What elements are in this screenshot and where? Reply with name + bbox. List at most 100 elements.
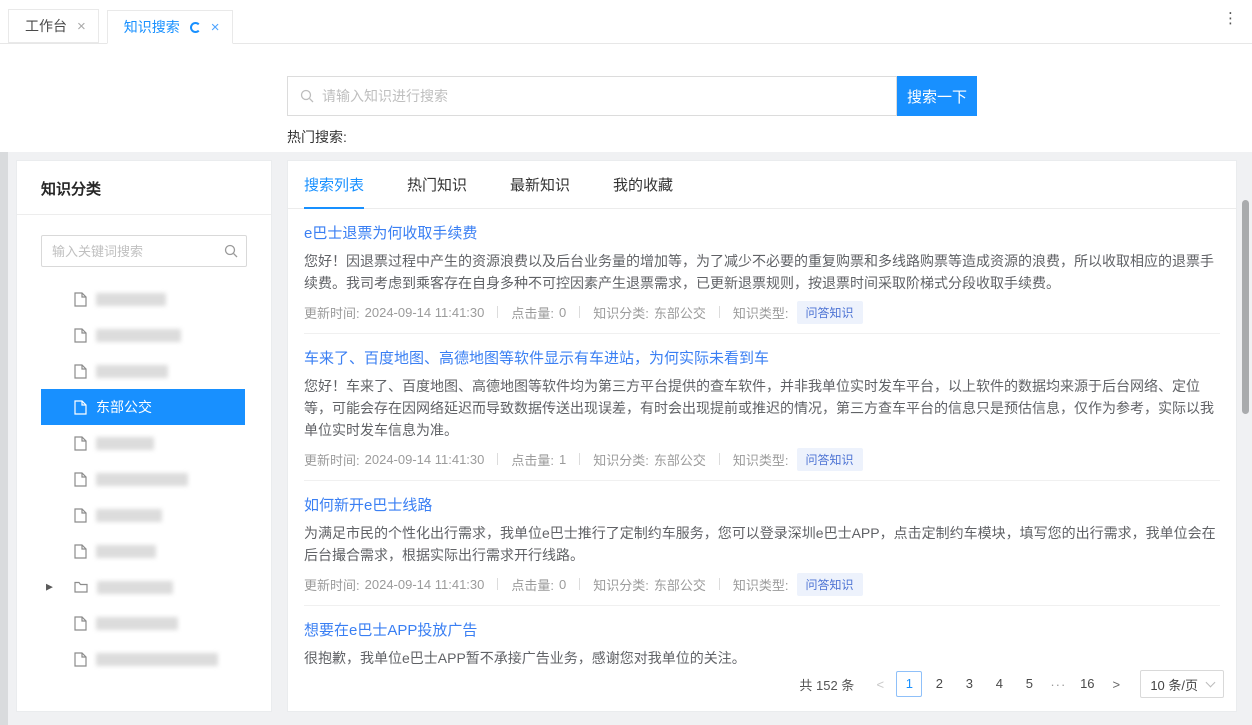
knowledge-search-input[interactable] bbox=[322, 88, 884, 104]
pagination-page-2[interactable]: 2 bbox=[926, 671, 952, 697]
tab-my-favorites[interactable]: 我的收藏 bbox=[613, 161, 673, 209]
meta-updated-value: 2024-09-14 11:41:30 bbox=[365, 305, 485, 320]
search-icon bbox=[224, 244, 238, 258]
meta-clicks-label: 点击量: bbox=[511, 303, 554, 322]
meta-divider bbox=[497, 578, 498, 590]
category-item-redacted[interactable] bbox=[41, 641, 245, 677]
category-item-redacted[interactable] bbox=[41, 533, 245, 569]
document-icon bbox=[74, 616, 87, 631]
category-item-dongbu-bus[interactable]: 东部公交 bbox=[41, 389, 245, 425]
result-meta: 更新时间: 2024-09-14 11:41:30 点击量: 0 知识分类: 东部公交… bbox=[304, 301, 1220, 323]
expand-caret-icon[interactable]: ▶ bbox=[46, 582, 53, 593]
search-section: 搜索一下 热门搜索: bbox=[0, 44, 1252, 152]
result-meta: 更新时间:2024-09-14 11:41:30 点击量:0 知识分类:东部公交… bbox=[304, 573, 1220, 595]
category-filter-wrapper bbox=[41, 235, 247, 267]
sidebar-title: 知识分类 bbox=[17, 161, 271, 215]
result-title-link[interactable]: 车来了、百度地图、高德地图等软件显示有车进站，为何实际未看到车 bbox=[304, 347, 1220, 368]
pagination-page-3[interactable]: 3 bbox=[956, 671, 982, 697]
chevron-down-icon bbox=[1206, 677, 1216, 687]
meta-category-label: 知识分类: bbox=[593, 303, 649, 322]
result-body: 您好！因退票过程中产生的资源浪费以及后台业务量的增加等，为了减少不必要的重复购票… bbox=[304, 250, 1220, 294]
meta-divider bbox=[579, 578, 580, 590]
content-tabs: 搜索列表 热门知识 最新知识 我的收藏 bbox=[288, 161, 1236, 209]
pagination-page-5[interactable]: 5 bbox=[1016, 671, 1042, 697]
knowledge-search-app: 工作台 × 知识搜索 × ⋮ 搜索一下 热门搜索: bbox=[0, 0, 1252, 725]
tab-workbench-label: 工作台 bbox=[25, 16, 67, 36]
meta-category-label: 知识分类: bbox=[593, 450, 649, 469]
pagination-page-4[interactable]: 4 bbox=[986, 671, 1012, 697]
category-item-redacted[interactable] bbox=[41, 605, 245, 641]
meta-updated-value: 2024-09-14 11:41:30 bbox=[365, 577, 485, 592]
tab-knowledge-search[interactable]: 知识搜索 × bbox=[107, 10, 233, 44]
category-filter-input[interactable] bbox=[41, 235, 247, 267]
category-item-folder-redacted[interactable]: ▶ bbox=[41, 569, 245, 605]
category-item-redacted[interactable] bbox=[41, 497, 245, 533]
document-icon bbox=[74, 292, 87, 307]
vertical-scrollbar-thumb[interactable] bbox=[1242, 200, 1249, 414]
knowledge-type-badge: 问答知识 bbox=[797, 573, 863, 596]
result-body: 您好！车来了、百度地图、高德地图等软件均为第三方平台提供的查车软件，并非我单位实… bbox=[304, 375, 1220, 441]
meta-divider bbox=[719, 453, 720, 465]
page-size-select[interactable]: 10 条/页 bbox=[1140, 670, 1224, 698]
document-icon bbox=[74, 436, 87, 451]
category-label: 东部公交 bbox=[96, 397, 152, 417]
category-item-redacted[interactable] bbox=[41, 353, 245, 389]
tab-hot-knowledge[interactable]: 热门知识 bbox=[407, 161, 467, 209]
meta-category-value: 东部公交 bbox=[654, 303, 706, 322]
category-tree: 东部公交 ▶ bbox=[17, 277, 271, 711]
tab-latest-knowledge[interactable]: 最新知识 bbox=[510, 161, 570, 209]
category-label-redacted bbox=[96, 365, 168, 378]
meta-clicks-value: 0 bbox=[559, 305, 566, 320]
document-icon bbox=[74, 544, 87, 559]
close-icon[interactable]: × bbox=[211, 20, 220, 35]
result-title-link[interactable]: 想要在e巴士APP投放广告 bbox=[304, 619, 1220, 640]
folder-icon bbox=[74, 581, 88, 593]
result-item: 如何新开e巴士线路 为满足市民的个性化出行需求，我单位e巴士推行了定制约车服务，… bbox=[304, 480, 1220, 605]
meta-updated-label: 更新时间: bbox=[304, 450, 360, 469]
category-item-redacted[interactable] bbox=[41, 461, 245, 497]
meta-type-label: 知识类型: bbox=[733, 450, 789, 469]
category-label-redacted bbox=[96, 509, 162, 522]
meta-divider bbox=[719, 306, 720, 318]
pagination-ellipsis-icon[interactable]: ··· bbox=[1046, 677, 1070, 692]
tab-workbench[interactable]: 工作台 × bbox=[8, 9, 99, 43]
meta-category-value: 东部公交 bbox=[654, 575, 706, 594]
knowledge-type-badge: 问答知识 bbox=[797, 448, 863, 471]
tab-knowledge-search-label: 知识搜索 bbox=[124, 17, 180, 37]
meta-updated-label: 更新时间: bbox=[304, 303, 360, 322]
pagination-page-1[interactable]: 1 bbox=[896, 671, 922, 697]
result-item: e巴士退票为何收取手续费 您好！因退票过程中产生的资源浪费以及后台业务量的增加等… bbox=[304, 209, 1220, 333]
tab-search-list[interactable]: 搜索列表 bbox=[304, 161, 364, 209]
pagination-prev-icon[interactable]: < bbox=[868, 677, 892, 692]
document-icon bbox=[74, 364, 87, 379]
meta-divider bbox=[497, 306, 498, 318]
meta-updated-value: 2024-09-14 11:41:30 bbox=[365, 452, 485, 467]
meta-clicks-label: 点击量: bbox=[511, 450, 554, 469]
category-label-redacted bbox=[96, 293, 166, 306]
document-icon bbox=[74, 400, 87, 415]
category-label-redacted bbox=[96, 617, 178, 630]
meta-divider bbox=[579, 453, 580, 465]
document-icon bbox=[74, 508, 87, 523]
meta-divider bbox=[719, 578, 720, 590]
search-button[interactable]: 搜索一下 bbox=[897, 76, 977, 116]
category-label-redacted bbox=[96, 329, 181, 342]
document-icon bbox=[74, 472, 87, 487]
pagination-next-icon[interactable]: > bbox=[1104, 677, 1128, 692]
meta-type-label: 知识类型: bbox=[733, 575, 789, 594]
category-label-redacted bbox=[96, 545, 156, 558]
refresh-icon[interactable] bbox=[190, 22, 201, 33]
category-item-redacted[interactable] bbox=[41, 317, 245, 353]
result-item: 车来了、百度地图、高德地图等软件显示有车进站，为何实际未看到车 您好！车来了、百… bbox=[304, 333, 1220, 480]
pagination-page-16[interactable]: 16 bbox=[1074, 671, 1100, 697]
result-title-link[interactable]: e巴士退票为何收取手续费 bbox=[304, 222, 1220, 243]
category-item-redacted[interactable] bbox=[41, 281, 245, 317]
close-icon[interactable]: × bbox=[77, 19, 86, 34]
result-title-link[interactable]: 如何新开e巴士线路 bbox=[304, 494, 1220, 515]
more-menu-icon[interactable]: ⋮ bbox=[1223, 11, 1238, 26]
category-item-redacted[interactable] bbox=[41, 425, 245, 461]
category-label-redacted bbox=[97, 581, 173, 594]
result-meta: 更新时间:2024-09-14 11:41:30 点击量:1 知识分类:东部公交… bbox=[304, 448, 1220, 470]
document-icon bbox=[74, 652, 87, 667]
meta-category-value: 东部公交 bbox=[654, 450, 706, 469]
